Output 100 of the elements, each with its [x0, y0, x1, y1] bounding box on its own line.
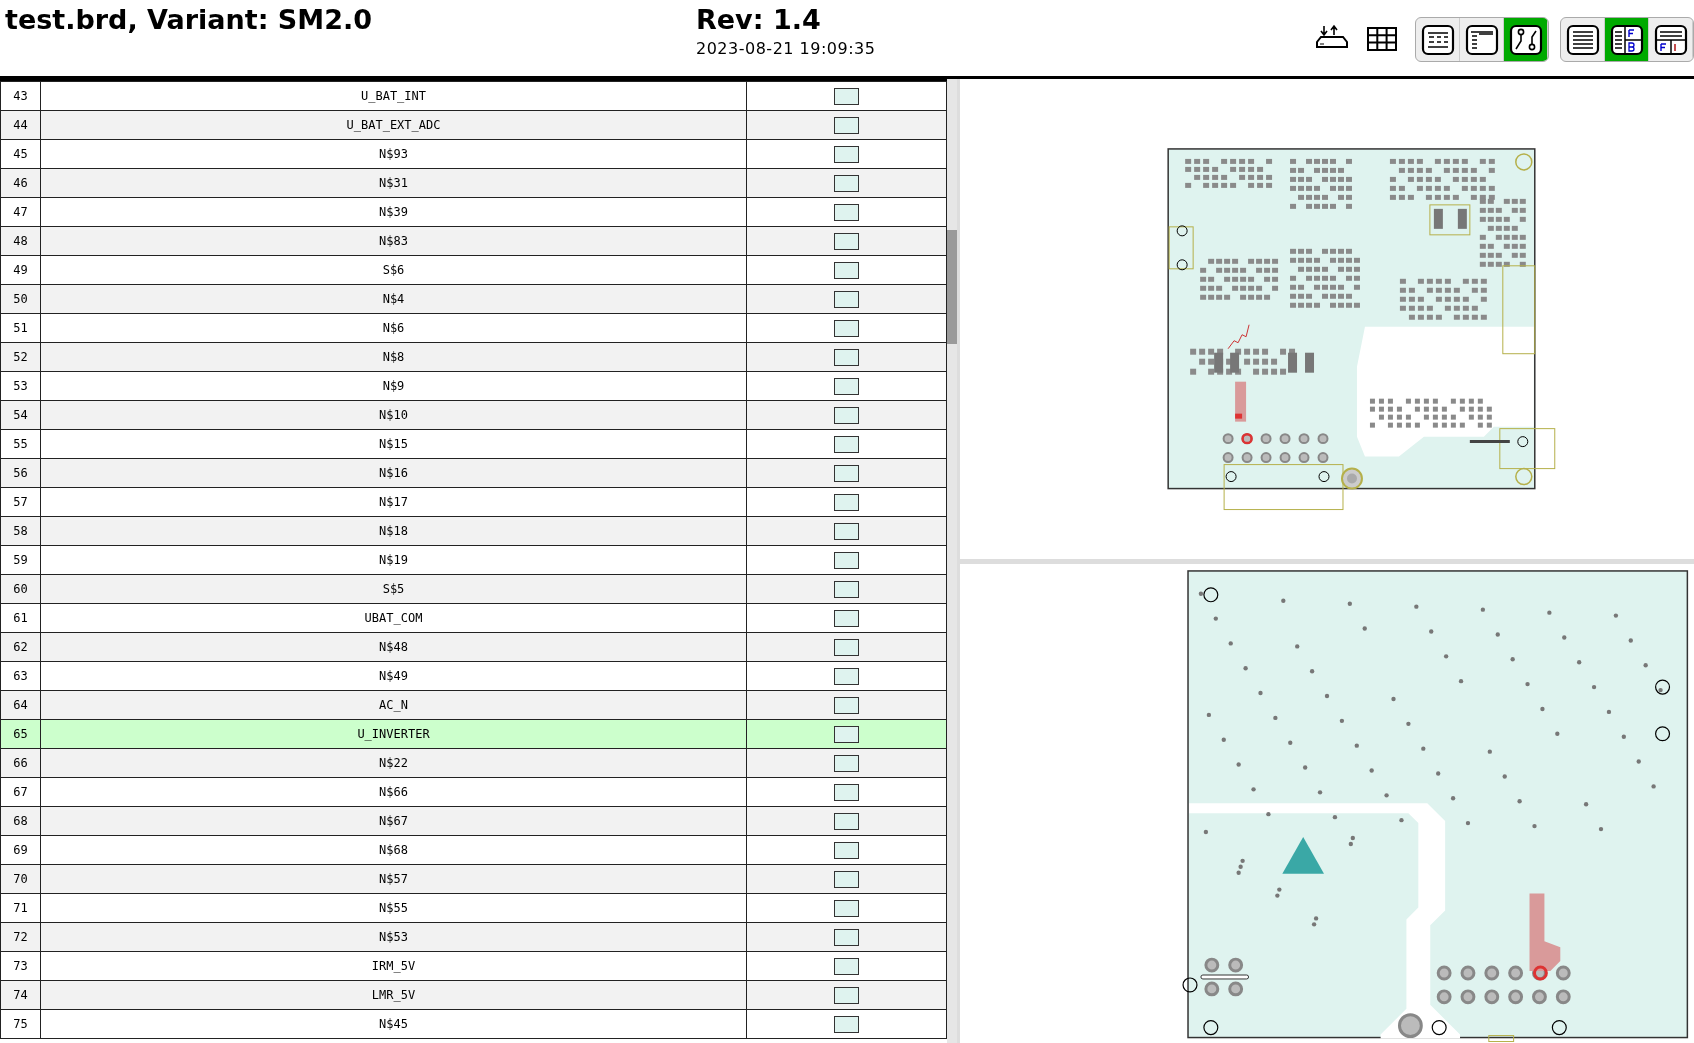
net-name: N$17 — [379, 495, 408, 509]
table-row[interactable]: 71 N$55 — [0, 893, 947, 923]
row-number: 62 — [13, 640, 28, 654]
table-row[interactable]: 44 U_BAT_EXT_ADC — [0, 110, 947, 140]
table-row[interactable]: 63 N$49 — [0, 661, 947, 691]
color-swatch[interactable] — [834, 493, 859, 511]
color-swatch[interactable] — [834, 957, 859, 975]
row-number: 60 — [13, 582, 28, 596]
table-row[interactable]: 75 N$45 — [0, 1009, 947, 1039]
net-name: S$6 — [382, 263, 405, 277]
color-swatch[interactable] — [834, 87, 859, 105]
color-swatch[interactable] — [834, 986, 859, 1004]
color-swatch[interactable] — [834, 638, 859, 656]
table-row[interactable]: 53 N$9 — [0, 371, 947, 401]
color-swatch[interactable] — [834, 319, 859, 337]
table-row[interactable]: 46 N$31 — [0, 168, 947, 198]
scrollbar-thumb[interactable] — [947, 230, 957, 344]
color-swatch[interactable] — [834, 899, 859, 917]
color-swatch[interactable] — [834, 522, 859, 540]
row-number: 43 — [13, 89, 28, 103]
table-row[interactable]: 60 S$5 — [0, 574, 947, 604]
color-swatch[interactable] — [834, 783, 859, 801]
table-row[interactable]: 73 IRM_5V — [0, 951, 947, 981]
table-row[interactable]: 69 N$68 — [0, 835, 947, 865]
row-number: 70 — [13, 872, 28, 886]
table-row[interactable]: 72 N$53 — [0, 922, 947, 952]
table-row[interactable]: 61 UBAT_COM — [0, 603, 947, 633]
row-number: 47 — [13, 205, 28, 219]
color-swatch[interactable] — [834, 377, 859, 395]
color-swatch[interactable] — [834, 174, 859, 192]
row-number: 52 — [13, 350, 28, 364]
net-name: N$48 — [379, 640, 408, 654]
net-name: IRM_5V — [371, 959, 416, 973]
color-swatch[interactable] — [834, 725, 859, 743]
table-row[interactable]: 59 N$19 — [0, 545, 947, 575]
color-swatch[interactable] — [834, 551, 859, 569]
table-row[interactable]: 47 N$39 — [0, 197, 947, 227]
color-swatch[interactable] — [834, 203, 859, 221]
color-swatch[interactable] — [834, 812, 859, 830]
net-name: S$5 — [382, 582, 405, 596]
table-row[interactable]: 68 N$67 — [0, 806, 947, 836]
color-swatch[interactable] — [834, 667, 859, 685]
table-row[interactable]: 67 N$66 — [0, 777, 947, 807]
table-row[interactable]: 45 N$93 — [0, 139, 947, 169]
layer-icon — [1609, 22, 1644, 57]
color-swatch[interactable] — [834, 435, 859, 453]
netlist-icon — [1508, 22, 1543, 57]
row-number: 68 — [13, 814, 28, 828]
net-name: N$4 — [382, 292, 405, 306]
table-row[interactable]: 52 N$8 — [0, 342, 947, 372]
table-row[interactable]: 48 N$83 — [0, 226, 947, 256]
row-number: 57 — [13, 495, 28, 509]
table-row[interactable]: 55 N$15 — [0, 429, 947, 459]
table-row[interactable]: 50 N$4 — [0, 284, 947, 314]
row-number: 65 — [13, 727, 28, 741]
table-row[interactable]: 56 N$16 — [0, 458, 947, 488]
color-swatch[interactable] — [834, 261, 859, 279]
net-name: N$57 — [379, 872, 408, 886]
color-swatch[interactable] — [834, 870, 859, 888]
table-row[interactable]: 74 LMR_5V — [0, 980, 947, 1010]
color-swatch[interactable] — [834, 754, 859, 772]
table-row[interactable]: 58 N$18 — [0, 516, 947, 546]
color-swatch[interactable] — [834, 464, 859, 482]
net-name: N$83 — [379, 234, 408, 248]
row-number: 44 — [13, 118, 28, 132]
table-row[interactable]: 51 N$6 — [0, 313, 947, 343]
row-number: 69 — [13, 843, 28, 857]
table-row[interactable]: 43 U_BAT_INT — [0, 81, 947, 111]
layer-front-back-button[interactable] — [1605, 18, 1649, 61]
color-swatch[interactable] — [834, 696, 859, 714]
table-row[interactable]: 62 N$48 — [0, 632, 947, 662]
layer-icon — [1653, 22, 1688, 57]
list-icon — [1565, 22, 1600, 57]
color-swatch[interactable] — [834, 928, 859, 946]
color-swatch[interactable] — [834, 116, 859, 134]
table-row[interactable]: 70 N$57 — [0, 864, 947, 894]
netlist-button[interactable] — [1504, 18, 1548, 61]
color-swatch[interactable] — [834, 348, 859, 366]
net-name: N$10 — [379, 408, 408, 422]
color-swatch[interactable] — [834, 290, 859, 308]
color-swatch[interactable] — [834, 841, 859, 859]
net-name: N$9 — [382, 379, 405, 393]
table-row[interactable]: 66 N$22 — [0, 748, 947, 778]
net-name: N$8 — [382, 350, 405, 364]
table-row[interactable]: 64 AC_N — [0, 690, 947, 720]
table-row[interactable]: 65 U_INVERTER — [0, 719, 947, 749]
color-swatch[interactable] — [834, 145, 859, 163]
row-number: 45 — [13, 147, 28, 161]
color-swatch[interactable] — [834, 609, 859, 627]
scrollbar[interactable] — [947, 79, 957, 1043]
table-row[interactable]: 49 S$6 — [0, 255, 947, 285]
color-swatch[interactable] — [834, 232, 859, 250]
row-number: 55 — [13, 437, 28, 451]
net-name: N$16 — [379, 466, 408, 480]
table-row[interactable]: 57 N$17 — [0, 487, 947, 517]
color-swatch[interactable] — [834, 406, 859, 424]
color-swatch[interactable] — [834, 1015, 859, 1033]
table-row[interactable]: 54 N$10 — [0, 400, 947, 430]
row-number: 51 — [13, 321, 28, 335]
color-swatch[interactable] — [834, 580, 859, 598]
